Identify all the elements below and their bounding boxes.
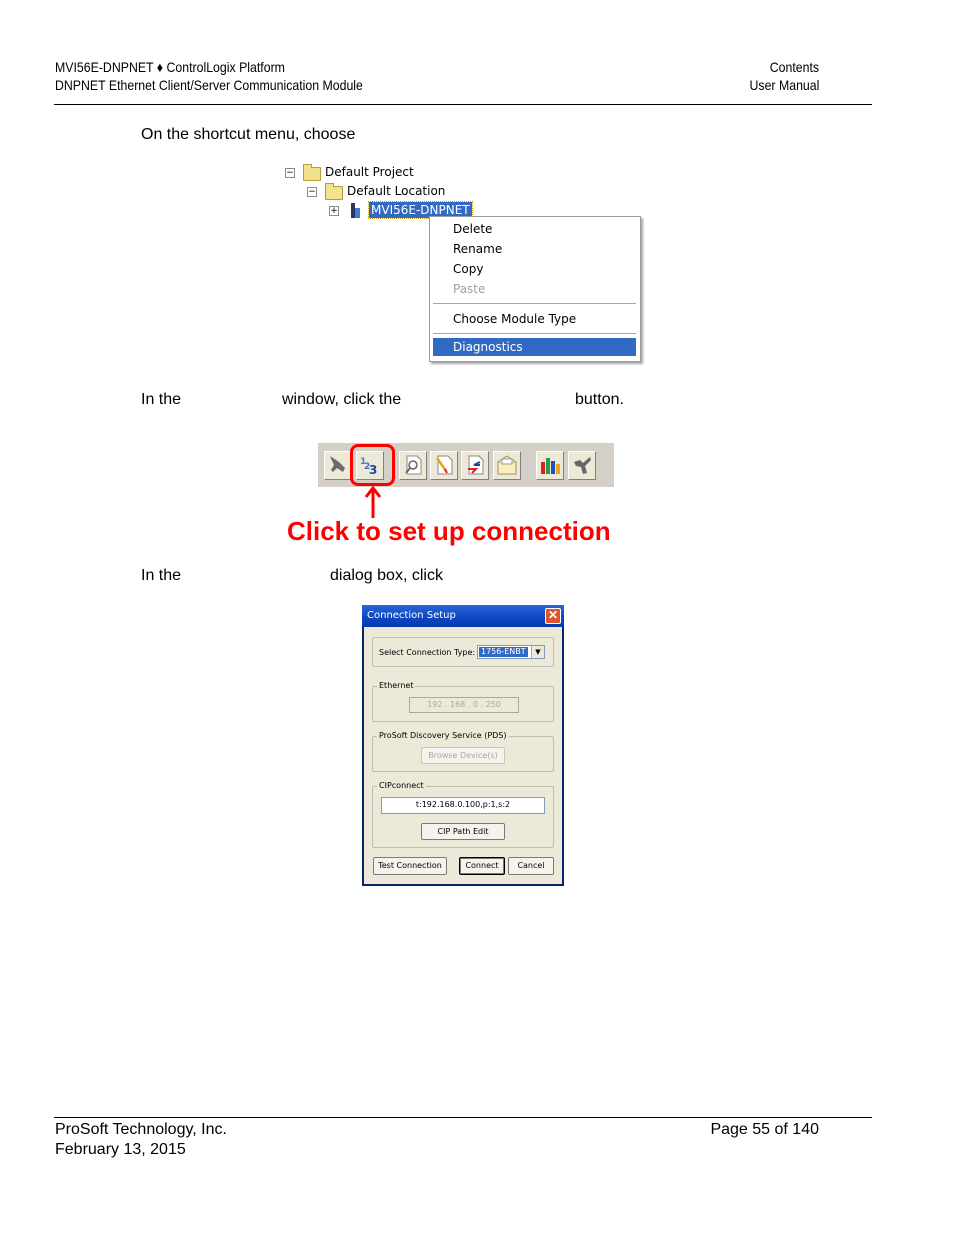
ethernet-group-label: Ethernet: [377, 681, 416, 690]
dialog-titlebar[interactable]: Connection Setup ✕: [362, 605, 564, 627]
mail-button[interactable]: [493, 451, 521, 480]
tool-button[interactable]: [568, 451, 596, 480]
transfer-button[interactable]: [461, 451, 489, 480]
location-folder-icon: [325, 183, 343, 200]
step-3-text-a: In the: [141, 567, 182, 584]
connection-type-label: Select Connection Type:: [379, 648, 476, 657]
cipconnect-group-label: CIPconnect: [377, 781, 426, 790]
cancel-button[interactable]: Cancel: [508, 857, 554, 875]
connection-type-select[interactable]: 1756-ENBT ▼: [477, 645, 545, 659]
ethernet-group: Ethernet 192 . 168 . 0 . 250: [372, 681, 554, 722]
menu-item-paste: Paste: [453, 282, 486, 296]
connect-button[interactable]: Connect: [459, 857, 505, 875]
collapse-icon[interactable]: −: [307, 187, 317, 197]
step-1-text: On the shortcut menu, choose: [141, 126, 356, 143]
pds-group: ProSoft Discovery Service (PDS) Browse D…: [372, 731, 554, 772]
mail-icon: [497, 455, 517, 475]
menu-item-diagnostics[interactable]: Diagnostics: [433, 338, 636, 356]
header-section: Contents: [769, 59, 819, 75]
footer-date: February 13, 2015: [55, 1141, 186, 1158]
cipconnect-group: CIPconnect t:192.168.0.100,p:1,s:2 CIP P…: [372, 781, 554, 848]
step-2-text-a: In the: [141, 391, 182, 408]
callout-label: Click to set up connection: [287, 516, 611, 546]
arrow-up-icon: [364, 486, 382, 518]
dialog-body: Select Connection Type: 1756-ENBT ▼ Ethe…: [364, 627, 562, 884]
connection-setup-dialog: Connection Setup ✕ Select Connection Typ…: [362, 605, 564, 886]
connection-type-group: Select Connection Type: 1756-ENBT ▼: [372, 637, 554, 667]
edit-button[interactable]: [430, 451, 458, 480]
find-document-icon: [405, 455, 422, 475]
menu-item-delete[interactable]: Delete: [433, 220, 636, 238]
disconnect-button[interactable]: [324, 451, 352, 480]
collapse-icon[interactable]: −: [285, 168, 295, 178]
menu-separator: [433, 303, 636, 305]
footer-company: ProSoft Technology, Inc.: [55, 1121, 227, 1138]
step-2-text-c: button.: [575, 391, 624, 408]
header-module-title: DNPNET Ethernet Client/Server Communicat…: [55, 77, 363, 93]
find-button[interactable]: [399, 451, 427, 480]
step-2-text-b: window, click the: [282, 391, 402, 408]
cip-path-field[interactable]: t:192.168.0.100,p:1,s:2: [381, 797, 545, 814]
browse-devices-button[interactable]: Browse Device(s): [421, 747, 505, 764]
tree-node-label: Default Location: [347, 184, 446, 198]
transfer-document-icon: [468, 455, 484, 475]
disconnect-plug-icon: [330, 456, 345, 472]
tree-node-label: Default Project: [325, 165, 414, 179]
connection-type-value: 1756-ENBT: [479, 647, 528, 657]
menu-item-copy[interactable]: Copy: [433, 260, 636, 278]
highlight-callout-box: [350, 444, 395, 486]
chevron-down-icon[interactable]: ▼: [531, 646, 544, 658]
ethernet-ip-field[interactable]: 192 . 168 . 0 . 250: [409, 697, 519, 713]
footer-rule: [54, 1117, 872, 1118]
expand-icon[interactable]: +: [329, 206, 339, 216]
folder-icon: [303, 164, 321, 181]
menu-separator: [433, 333, 636, 335]
header-doc-type: User Manual: [749, 77, 819, 93]
close-button[interactable]: ✕: [545, 608, 561, 624]
menu-item-choose-module-type[interactable]: Choose Module Type: [433, 310, 636, 328]
step-3-text-b: dialog box, click: [330, 567, 443, 584]
header-rule: [54, 104, 872, 105]
test-connection-button[interactable]: Test Connection: [373, 857, 447, 875]
menu-item-rename[interactable]: Rename: [433, 240, 636, 258]
dialog-title: Connection Setup: [367, 610, 456, 621]
header-product-line: MVI56E-DNPNET ♦ ControlLogix Platform: [55, 59, 285, 75]
cip-path-edit-button[interactable]: CIP Path Edit: [421, 823, 505, 840]
edit-document-icon: [435, 455, 453, 475]
tool-icon: [574, 457, 591, 474]
pds-group-label: ProSoft Discovery Service (PDS): [377, 731, 509, 740]
chart-button[interactable]: [536, 451, 564, 480]
context-menu: Delete Rename Copy Paste Choose Module T…: [429, 216, 641, 362]
bar-chart-icon: [541, 458, 560, 474]
footer-page-number: Page 55 of 140: [710, 1121, 819, 1138]
